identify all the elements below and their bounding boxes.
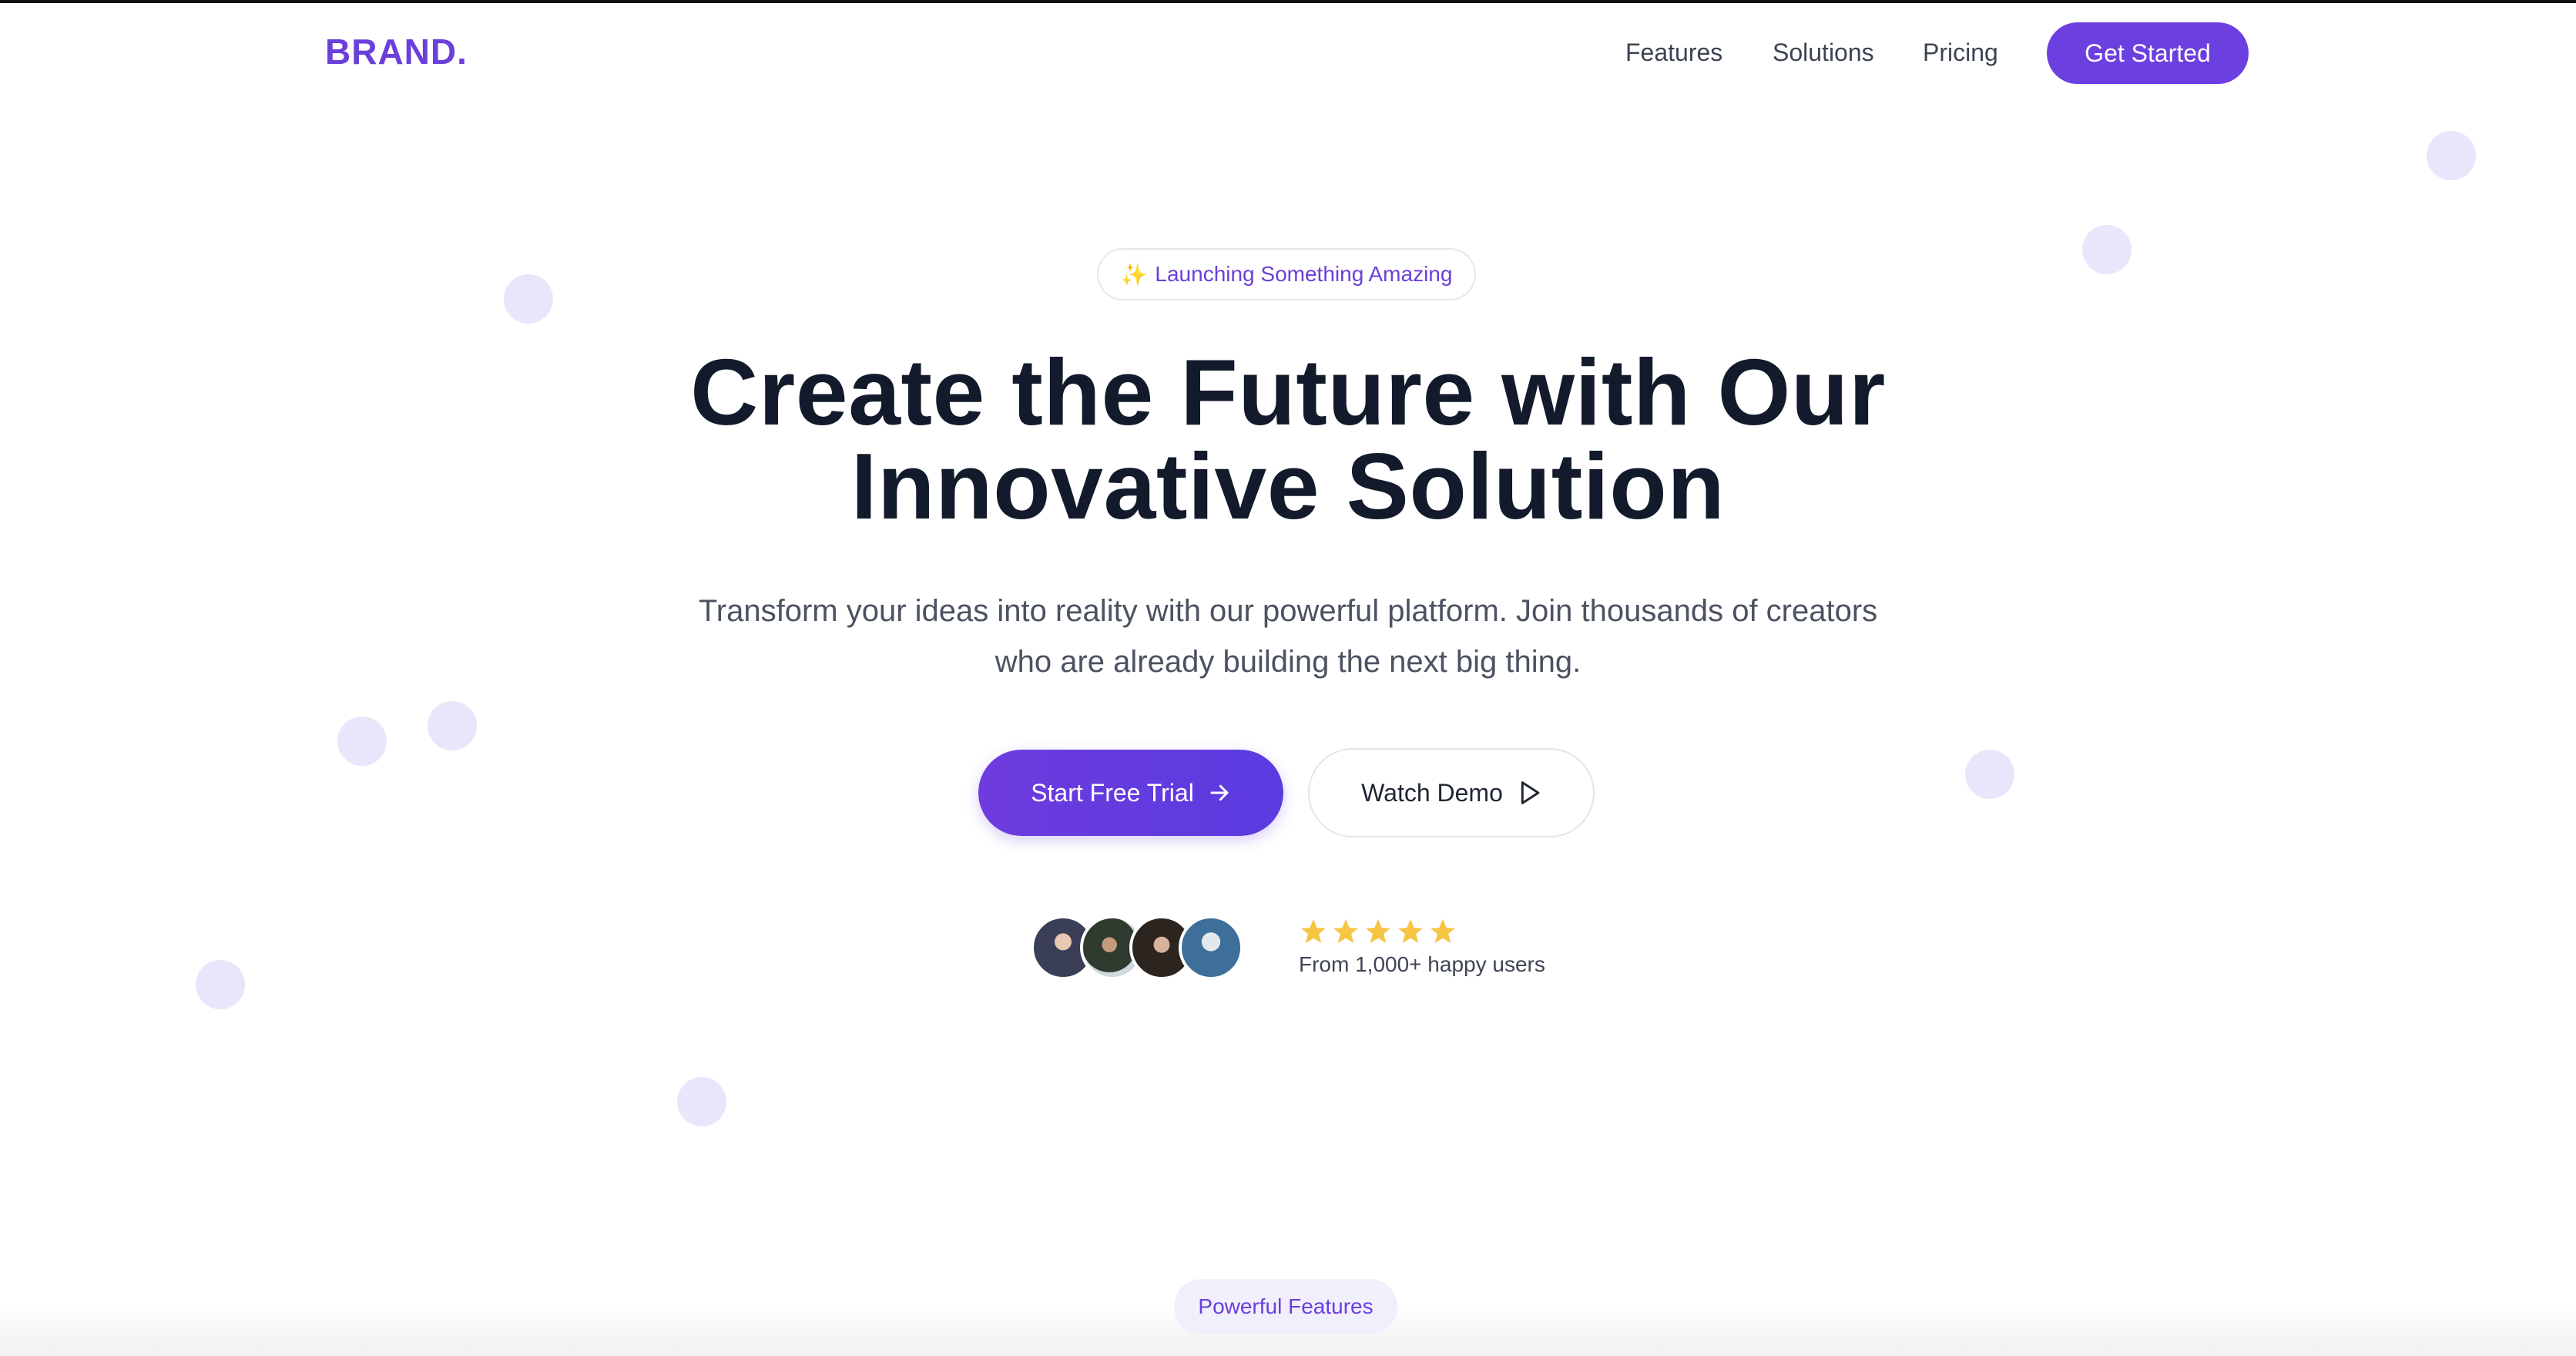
hero-subtitle-line-2: who are already building the next big th… — [995, 645, 1581, 679]
launch-badge: ✨ Launching Something Amazing — [1097, 248, 1476, 300]
hero-headline-line-1: Create the Future with Our — [690, 340, 1886, 445]
decorative-dot — [337, 717, 387, 766]
star-icon — [1431, 919, 1455, 944]
decorative-dot — [1965, 750, 2014, 799]
powerful-features-chip: Powerful Features — [1174, 1279, 1397, 1334]
star-icon — [1333, 919, 1358, 944]
star-icon — [1398, 919, 1423, 944]
top-navigation: BRAND. Features Solutions Pricing Get St… — [0, 0, 2576, 108]
landing-page: BRAND. Features Solutions Pricing Get St… — [0, 0, 2576, 1356]
star-rating — [1299, 917, 1457, 946]
brand-logo[interactable]: BRAND. — [325, 31, 468, 72]
decorative-dot — [504, 274, 553, 324]
get-started-button[interactable]: Get Started — [2047, 22, 2249, 84]
start-free-trial-button[interactable]: Start Free Trial — [978, 750, 1283, 836]
nav-link-features[interactable]: Features — [1625, 39, 1722, 67]
start-free-trial-label: Start Free Trial — [1031, 778, 1194, 807]
decorative-dot — [2427, 131, 2476, 180]
watch-demo-button[interactable]: Watch Demo — [1308, 748, 1595, 837]
arrow-right-icon — [1208, 781, 1231, 804]
hero-headline: Create the Future with Our Innovative So… — [518, 345, 2058, 533]
decorative-dot — [428, 701, 477, 750]
decorative-dot — [196, 960, 245, 1009]
launch-badge-text: Launching Something Amazing — [1155, 262, 1453, 286]
star-icon — [1301, 919, 1326, 944]
nav-link-solutions[interactable]: Solutions — [1773, 39, 1874, 67]
happy-users-text: From 1,000+ happy users — [1299, 952, 1545, 976]
user-avatars — [1031, 915, 1246, 980]
star-icon — [1366, 919, 1390, 944]
hero-headline-line-2: Innovative Solution — [850, 434, 1726, 539]
play-icon — [1518, 780, 1541, 806]
hero-subtitle-line-1: Transform your ideas into reality with o… — [698, 594, 1878, 628]
avatar — [1179, 915, 1243, 980]
hero-subtitle: Transform your ideas into reality with o… — [672, 586, 1904, 687]
sparkle-icon: ✨ — [1120, 262, 1148, 287]
nav-link-pricing[interactable]: Pricing — [1923, 39, 1998, 67]
decorative-dot — [2082, 225, 2132, 274]
decorative-dot — [677, 1077, 726, 1126]
watch-demo-label: Watch Demo — [1361, 778, 1503, 807]
